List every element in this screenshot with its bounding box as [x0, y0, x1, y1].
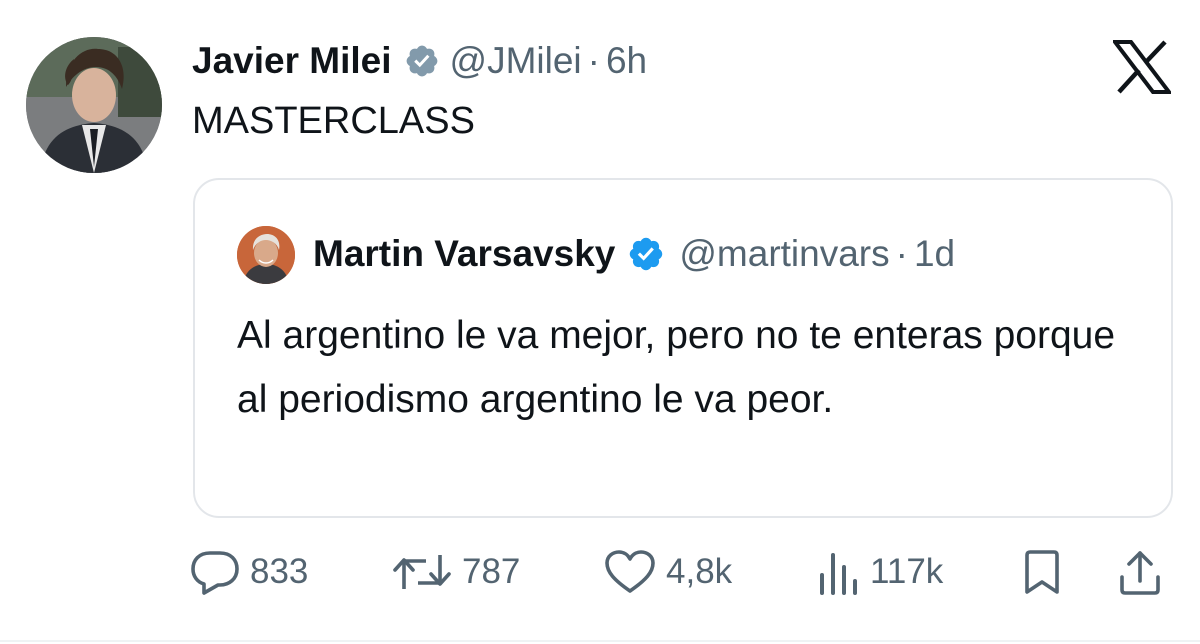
views-icon: [820, 553, 857, 595]
author-avatar[interactable]: [26, 37, 162, 173]
repost-button[interactable]: 787: [392, 542, 520, 602]
quoted-author-avatar[interactable]: [237, 226, 295, 284]
bookmark-button[interactable]: [1022, 542, 1062, 602]
views-count: 117k: [870, 552, 944, 591]
quoted-author-name[interactable]: Martin Varsavsky: [313, 233, 615, 275]
author-name[interactable]: Javier Milei: [192, 40, 392, 82]
heart-icon: [605, 550, 655, 593]
tweet-header: Javier Milei @JMilei · 6h: [192, 36, 647, 86]
quoted-tweet-header: Martin Varsavsky @martinvars · 1d: [313, 228, 955, 280]
reply-count: 833: [250, 552, 309, 591]
x-logo-icon[interactable]: [1113, 40, 1171, 94]
share-icon: [1120, 551, 1160, 595]
repost-icon: [393, 555, 451, 589]
tweet-timestamp[interactable]: 6h: [606, 40, 647, 82]
verified-badge-icon[interactable]: [404, 43, 440, 79]
tweet-text: MASTERCLASS: [192, 100, 475, 142]
quoted-verified-badge-icon[interactable]: [627, 235, 665, 273]
author-handle[interactable]: @JMilei: [450, 40, 582, 82]
quoted-tweet[interactable]: Martin Varsavsky @martinvars · 1d Al arg…: [193, 178, 1173, 518]
reply-button[interactable]: 833: [190, 542, 308, 602]
reply-icon: [191, 551, 239, 595]
tweet[interactable]: Javier Milei @JMilei · 6h MASTERCLASS Ma…: [0, 0, 1200, 644]
separator-dot: ·: [587, 40, 600, 81]
bookmark-icon: [1025, 550, 1059, 594]
quoted-separator-dot: ·: [895, 233, 908, 274]
like-count: 4,8k: [666, 552, 733, 591]
quoted-tweet-timestamp[interactable]: 1d: [914, 233, 955, 275]
action-bar: 833 787 4,8k 117k: [0, 542, 1200, 602]
quoted-author-handle[interactable]: @martinvars: [679, 233, 889, 275]
like-button[interactable]: 4,8k: [604, 542, 732, 602]
quoted-author-avatar-image: [237, 226, 295, 284]
share-button[interactable]: [1118, 542, 1162, 602]
quoted-tweet-text: Al argentino le va mejor, pero no te ent…: [237, 314, 1116, 421]
author-avatar-image: [26, 37, 162, 173]
bottom-divider: [0, 640, 1200, 642]
repost-count: 787: [462, 552, 521, 591]
views-button[interactable]: 117k: [816, 542, 943, 602]
